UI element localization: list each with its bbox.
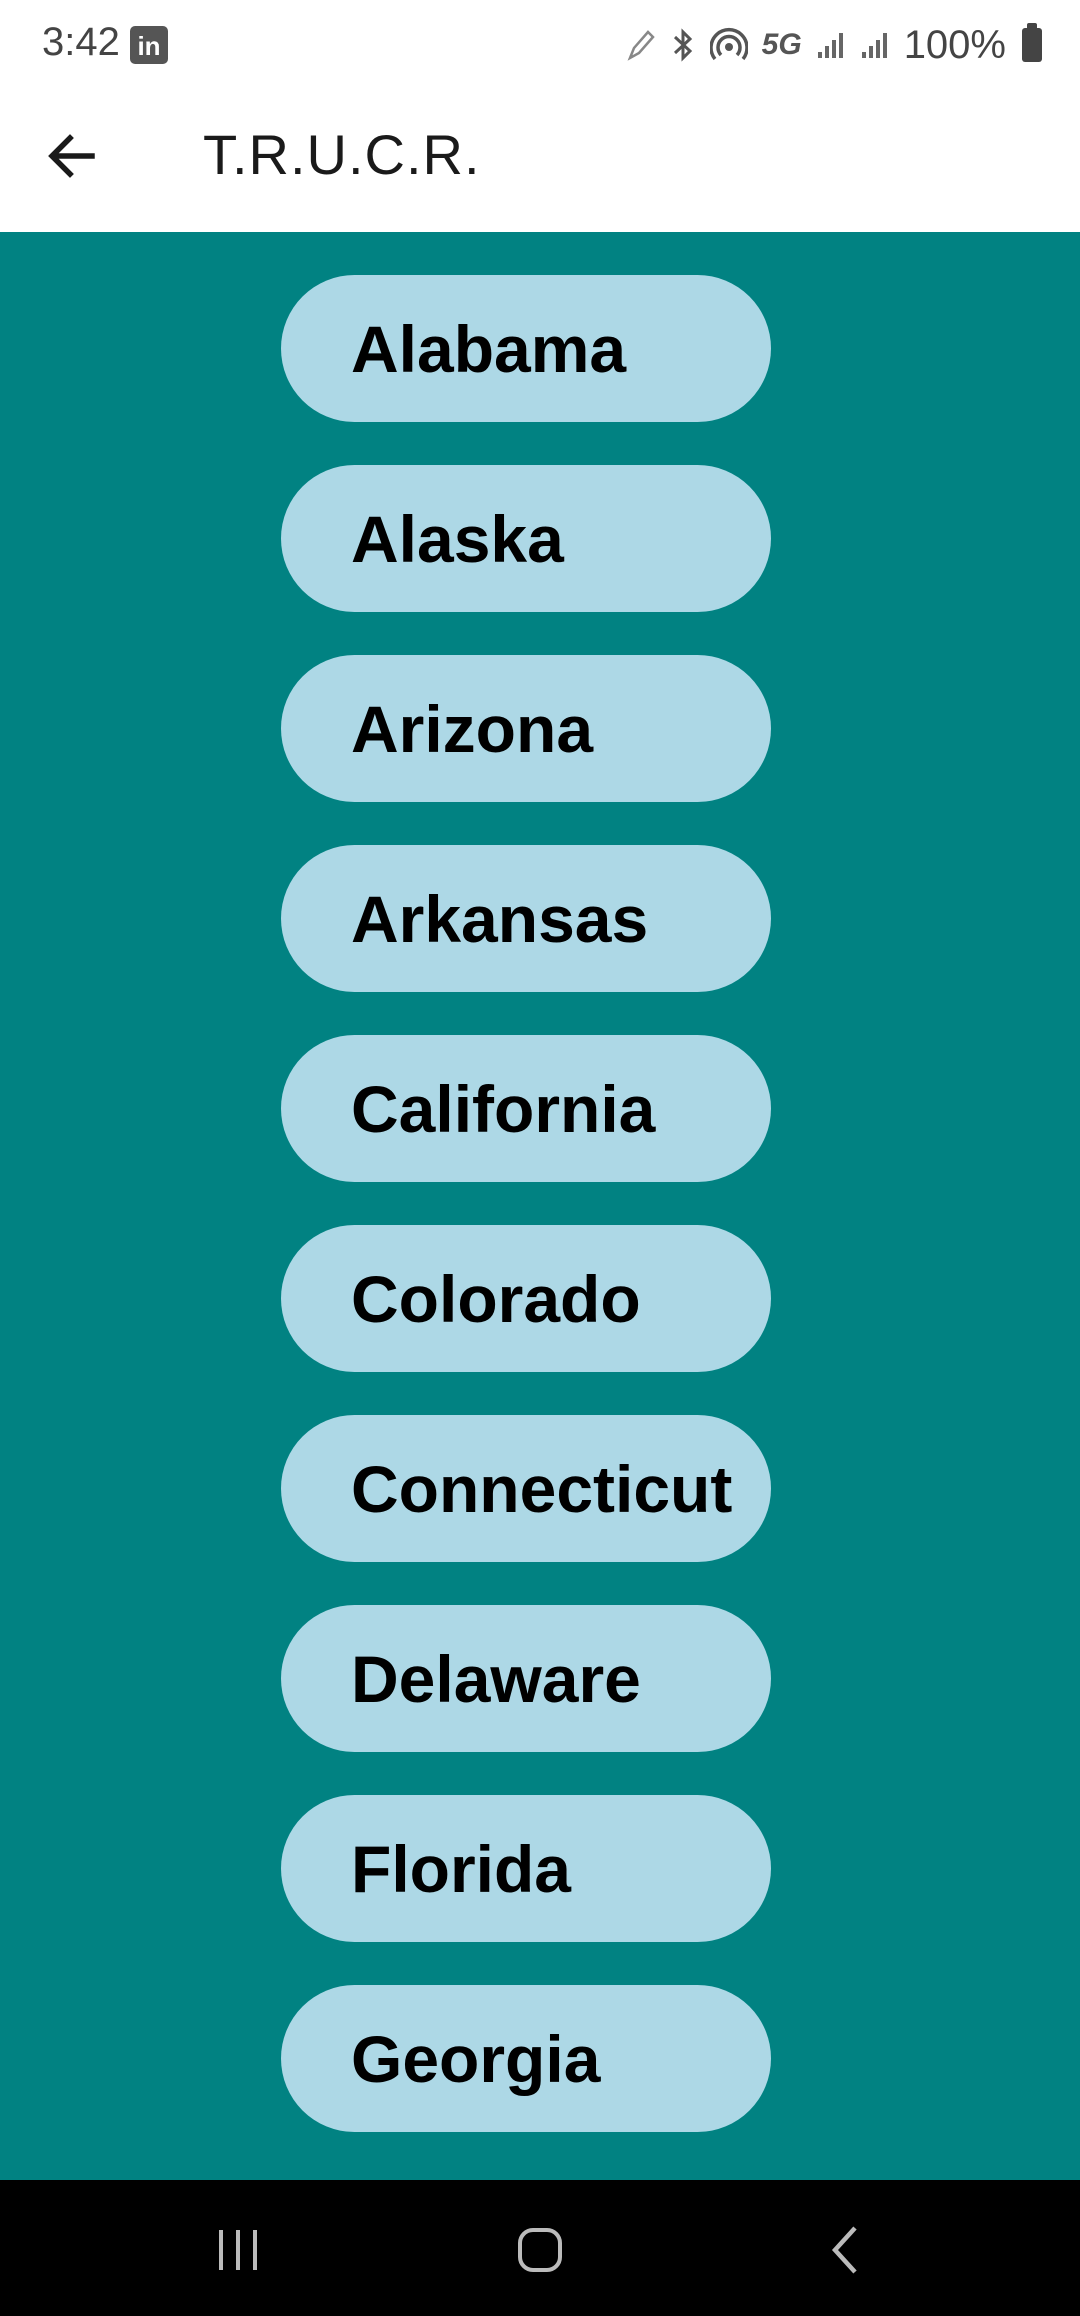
battery-icon xyxy=(1022,23,1042,62)
state-label: Alaska xyxy=(351,501,564,576)
state-label: Arizona xyxy=(351,691,594,766)
state-button-colorado[interactable]: Colorado xyxy=(281,1225,771,1372)
bluetooth-icon xyxy=(673,28,692,62)
state-button-delaware[interactable]: Delaware xyxy=(281,1605,771,1752)
states-content: Alabama Alaska Arizona Arkansas Californ… xyxy=(0,232,1080,2180)
nav-back-button[interactable] xyxy=(800,2210,890,2290)
state-button-florida[interactable]: Florida xyxy=(281,1795,771,1942)
state-button-georgia[interactable]: Georgia xyxy=(281,1985,771,2132)
pen-icon xyxy=(627,30,655,61)
page-title: T.R.U.C.R. xyxy=(203,123,481,186)
state-label: Arkansas xyxy=(351,881,649,956)
state-label: Delaware xyxy=(351,1641,641,1716)
signal-icon-1 xyxy=(817,33,843,58)
status-time: 3:42 xyxy=(42,20,120,64)
network-type: 5G xyxy=(761,28,802,61)
home-icon xyxy=(518,2228,562,2272)
system-nav-bar xyxy=(0,2180,1080,2316)
state-label: California xyxy=(351,1071,656,1146)
state-label: Connecticut xyxy=(351,1451,733,1526)
status-icons: 5G 100% xyxy=(626,20,1042,70)
back-chevron-icon xyxy=(831,2226,857,2274)
battery-level: 100% xyxy=(903,22,1006,67)
state-button-connecticut[interactable]: Connecticut xyxy=(281,1415,771,1562)
arrow-left-icon xyxy=(48,134,95,178)
back-button[interactable] xyxy=(36,120,108,192)
state-list: Alabama Alaska Arizona Arkansas Californ… xyxy=(281,275,771,2175)
state-label: Florida xyxy=(351,1831,572,1906)
state-button-alaska[interactable]: Alaska xyxy=(281,465,771,612)
recents-button[interactable] xyxy=(193,2210,283,2290)
app-bar: T.R.U.C.R. xyxy=(0,92,1080,232)
status-bar: 3:42 in 5G 100% xyxy=(0,0,1080,92)
signal-icon-2 xyxy=(861,33,887,58)
state-button-arkansas[interactable]: Arkansas xyxy=(281,845,771,992)
state-button-california[interactable]: California xyxy=(281,1035,771,1182)
state-label: Alabama xyxy=(351,311,627,386)
recents-icon xyxy=(219,2230,257,2270)
hotspot-icon xyxy=(709,28,748,61)
home-button[interactable] xyxy=(495,2210,585,2290)
linkedin-icon: in xyxy=(130,26,168,64)
state-label: Colorado xyxy=(351,1261,641,1336)
state-button-alabama[interactable]: Alabama xyxy=(281,275,771,422)
state-label: Georgia xyxy=(351,2021,601,2096)
state-button-arizona[interactable]: Arizona xyxy=(281,655,771,802)
